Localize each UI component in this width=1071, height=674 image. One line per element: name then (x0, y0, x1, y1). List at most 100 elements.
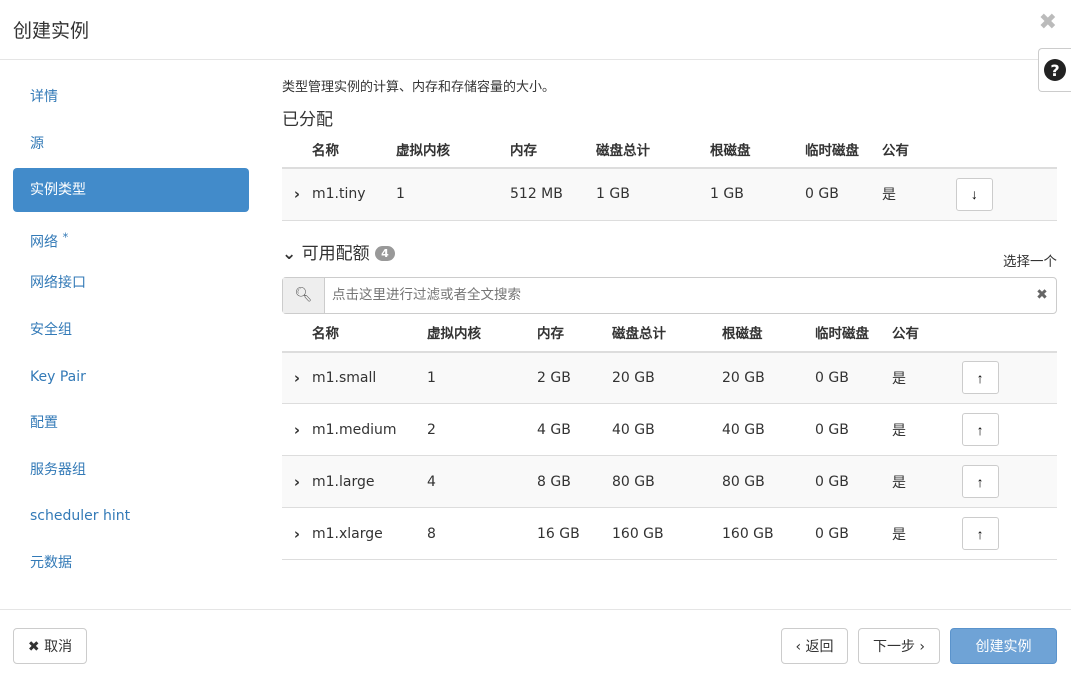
chevron-right-icon[interactable]: › (282, 185, 312, 203)
cell: 1 (427, 351, 537, 404)
available-toggle[interactable]: ⌄ 可用配额 4 (282, 239, 395, 264)
cell: 160 GB (612, 507, 722, 560)
close-icon[interactable]: ✖ (1039, 10, 1057, 35)
col-expand (282, 313, 312, 353)
chevron-right-icon[interactable]: › (282, 369, 312, 387)
available-count-badge: 4 (375, 246, 395, 261)
modal-title: 创建实例 (13, 20, 90, 42)
column-header: 根磁盘 (722, 313, 815, 353)
cell: 是 (882, 168, 956, 221)
allocate-button[interactable]: ↑ (961, 465, 999, 498)
cell: 1 (396, 168, 510, 221)
column-header: 虚拟内核 (427, 313, 537, 353)
cell: 512 MB (510, 168, 596, 221)
cell: 40 GB (722, 403, 815, 456)
cell: 16 GB (537, 507, 612, 560)
cell: 1 GB (710, 168, 805, 221)
chevron-right-icon[interactable]: › (282, 473, 312, 491)
cell: m1.tiny (312, 168, 396, 221)
create-instance-button[interactable]: 创建实例 (950, 628, 1057, 664)
chevron-down-icon: ⌄ (282, 243, 297, 264)
cell: 0 GB (815, 403, 892, 456)
available-table: 名称 虚拟内核 内存 磁盘总计 根磁盘 临时磁盘 公有 › m1.small 1 2 GB 20 GB… (282, 313, 1057, 560)
search-input[interactable] (325, 277, 1028, 313)
nav-scheduler-hint[interactable]: scheduler hint (13, 494, 249, 538)
nav-networks[interactable]: 网络 * (13, 215, 249, 259)
arrow-up-icon: ↑ (976, 369, 984, 386)
nav-metadata[interactable]: 元数据 (13, 541, 249, 585)
description: 类型管理实例的计算、内存和存储容量的大小。 (282, 80, 556, 95)
cancel-button[interactable]: ✖ 取消 (13, 628, 87, 664)
clear-icon[interactable]: ✖ (1028, 278, 1056, 313)
arrow-up-icon: ↑ (976, 525, 984, 542)
nav-source[interactable]: 源 (13, 122, 249, 166)
allocate-button[interactable]: ↑ (961, 517, 999, 550)
column-header: 根磁盘 (710, 130, 805, 169)
cell: 2 GB (537, 351, 612, 404)
required-marker: * (62, 229, 69, 244)
cell: 是 (892, 507, 962, 560)
column-header: 公有 (892, 313, 962, 353)
cell: 40 GB (612, 403, 722, 456)
cell: 是 (892, 351, 962, 404)
cell: m1.medium (312, 403, 427, 456)
col-action (955, 130, 1057, 169)
arrow-up-icon: ↑ (976, 473, 984, 490)
column-header: 名称 (312, 313, 427, 353)
cell: 2 (427, 403, 537, 456)
chevron-right-icon[interactable]: › (282, 525, 312, 543)
cell: 20 GB (612, 351, 722, 404)
col-action (961, 313, 1057, 353)
column-header: 内存 (510, 130, 596, 169)
cell: 160 GB (722, 507, 815, 560)
allocated-title: 已分配 (282, 110, 333, 130)
cell: 4 (427, 455, 537, 508)
pick-one-hint: 选择一个 (1003, 253, 1057, 270)
cell: 0 GB (815, 455, 892, 508)
table-row[interactable]: › m1.small 1 2 GB 20 GB 20 GB 0 GB 是 ↑ (282, 351, 1057, 404)
cell: 0 GB (815, 351, 892, 404)
column-header: 磁盘总计 (612, 313, 722, 353)
allocate-button[interactable]: ↑ (961, 413, 999, 446)
nav-key-pair[interactable]: Key Pair (13, 355, 249, 399)
column-header: 磁盘总计 (596, 130, 710, 169)
column-header: 临时磁盘 (805, 130, 882, 169)
column-header: 临时磁盘 (815, 313, 892, 353)
next-button[interactable]: 下一步 › (858, 628, 940, 664)
table-row[interactable]: › m1.medium 2 4 GB 40 GB 40 GB 0 GB 是 ↑ (282, 403, 1057, 456)
available-title: 可用配额 (301, 243, 370, 264)
wizard-nav: 详情 源 实例类型 网络 * 网络接口 安全组 Key Pair 配置 服务器组… (13, 75, 249, 588)
nav-label: 网络 (30, 234, 58, 251)
allocated-table: 名称 虚拟内核 内存 磁盘总计 根磁盘 临时磁盘 公有 › m1.tiny 1 512 MB 1 GB… (282, 130, 1057, 221)
flavor-panel: 类型管理实例的计算、内存和存储容量的大小。 已分配 名称 虚拟内核 内存 磁盘总计 根磁… (282, 76, 1057, 560)
column-header: 内存 (537, 313, 612, 353)
nav-configuration[interactable]: 配置 (13, 401, 249, 445)
back-button[interactable]: ‹ 返回 (781, 628, 848, 664)
modal-header: 创建实例 ✖ (0, 0, 1071, 60)
cell: 是 (892, 403, 962, 456)
allocate-button[interactable]: ↑ (961, 361, 999, 395)
table-row[interactable]: › m1.large 4 8 GB 80 GB 80 GB 0 GB 是 ↑ (282, 455, 1057, 508)
column-header: 公有 (882, 130, 956, 169)
cell: 0 GB (805, 168, 882, 221)
cell: 8 (427, 507, 537, 560)
col-expand (282, 130, 312, 169)
search-icon: 🔍︎ (283, 277, 325, 313)
cell: 0 GB (815, 507, 892, 560)
deallocate-button[interactable]: ↓ (955, 177, 993, 211)
nav-network-ports[interactable]: 网络接口 (13, 261, 249, 305)
nav-details[interactable]: 详情 (13, 75, 249, 119)
cell: 1 GB (596, 168, 710, 221)
nav-flavor[interactable]: 实例类型 (13, 168, 249, 213)
cell: 80 GB (612, 455, 722, 508)
cell: m1.large (312, 455, 427, 508)
table-row[interactable]: › m1.tiny 1 512 MB 1 GB 1 GB 0 GB 是 ↓ (282, 168, 1057, 221)
nav-server-groups[interactable]: 服务器组 (13, 448, 249, 492)
column-header: 虚拟内核 (396, 130, 510, 169)
nav-security-groups[interactable]: 安全组 (13, 308, 249, 352)
cell: 20 GB (722, 351, 815, 404)
cell: 4 GB (537, 403, 612, 456)
cell: m1.small (312, 351, 427, 404)
table-row[interactable]: › m1.xlarge 8 16 GB 160 GB 160 GB 0 GB 是 ↑ (282, 507, 1057, 560)
chevron-right-icon[interactable]: › (282, 421, 312, 439)
